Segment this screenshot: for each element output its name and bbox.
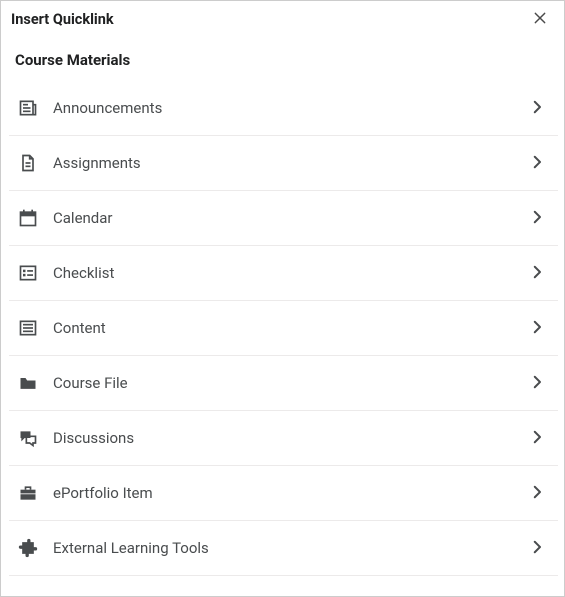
- checklist-icon: [17, 262, 39, 284]
- content-icon: [17, 317, 39, 339]
- calendar-icon: [17, 207, 39, 229]
- close-icon: [532, 10, 548, 29]
- dialog-title: Insert Quicklink: [11, 11, 114, 28]
- close-button[interactable]: [526, 5, 554, 33]
- puzzle-icon: [17, 537, 39, 559]
- item-label: Calendar: [53, 209, 528, 227]
- insert-quicklink-dialog: Insert Quicklink Course Materials Announ…: [0, 0, 565, 597]
- chevron-right-icon: [528, 208, 548, 228]
- item-label: Content: [53, 319, 528, 337]
- assignments-icon: [17, 152, 39, 174]
- item-label: ePortfolio Item: [53, 484, 528, 502]
- item-checklist[interactable]: Checklist: [9, 246, 558, 301]
- announcements-icon: [17, 97, 39, 119]
- item-label: Checklist: [53, 264, 528, 282]
- chevron-right-icon: [528, 263, 548, 283]
- chevron-right-icon: [528, 428, 548, 448]
- discussions-icon: [17, 427, 39, 449]
- chevron-right-icon: [528, 373, 548, 393]
- item-label: External Learning Tools: [53, 539, 528, 557]
- folder-icon: [17, 372, 39, 394]
- item-announcements[interactable]: Announcements: [9, 81, 558, 136]
- briefcase-icon: [17, 482, 39, 504]
- chevron-right-icon: [528, 98, 548, 118]
- item-content[interactable]: Content: [9, 301, 558, 356]
- dialog-body[interactable]: Course Materials Announcements Assignmen…: [1, 37, 564, 596]
- chevron-right-icon: [528, 318, 548, 338]
- item-course-file[interactable]: Course File: [9, 356, 558, 411]
- item-assignments[interactable]: Assignments: [9, 136, 558, 191]
- item-eportfolio[interactable]: ePortfolio Item: [9, 466, 558, 521]
- section-title: Course Materials: [9, 37, 558, 75]
- chevron-right-icon: [528, 483, 548, 503]
- chevron-right-icon: [528, 153, 548, 173]
- item-calendar[interactable]: Calendar: [9, 191, 558, 246]
- quicklink-list: Announcements Assignments Calendar Check…: [9, 81, 558, 596]
- item-label: Assignments: [53, 154, 528, 172]
- dialog-header: Insert Quicklink: [1, 1, 564, 37]
- item-label: Announcements: [53, 99, 528, 117]
- chevron-right-icon: [528, 538, 548, 558]
- item-discussions[interactable]: Discussions: [9, 411, 558, 466]
- item-external-tools[interactable]: External Learning Tools: [9, 521, 558, 576]
- item-label: Discussions: [53, 429, 528, 447]
- item-label: Course File: [53, 374, 528, 392]
